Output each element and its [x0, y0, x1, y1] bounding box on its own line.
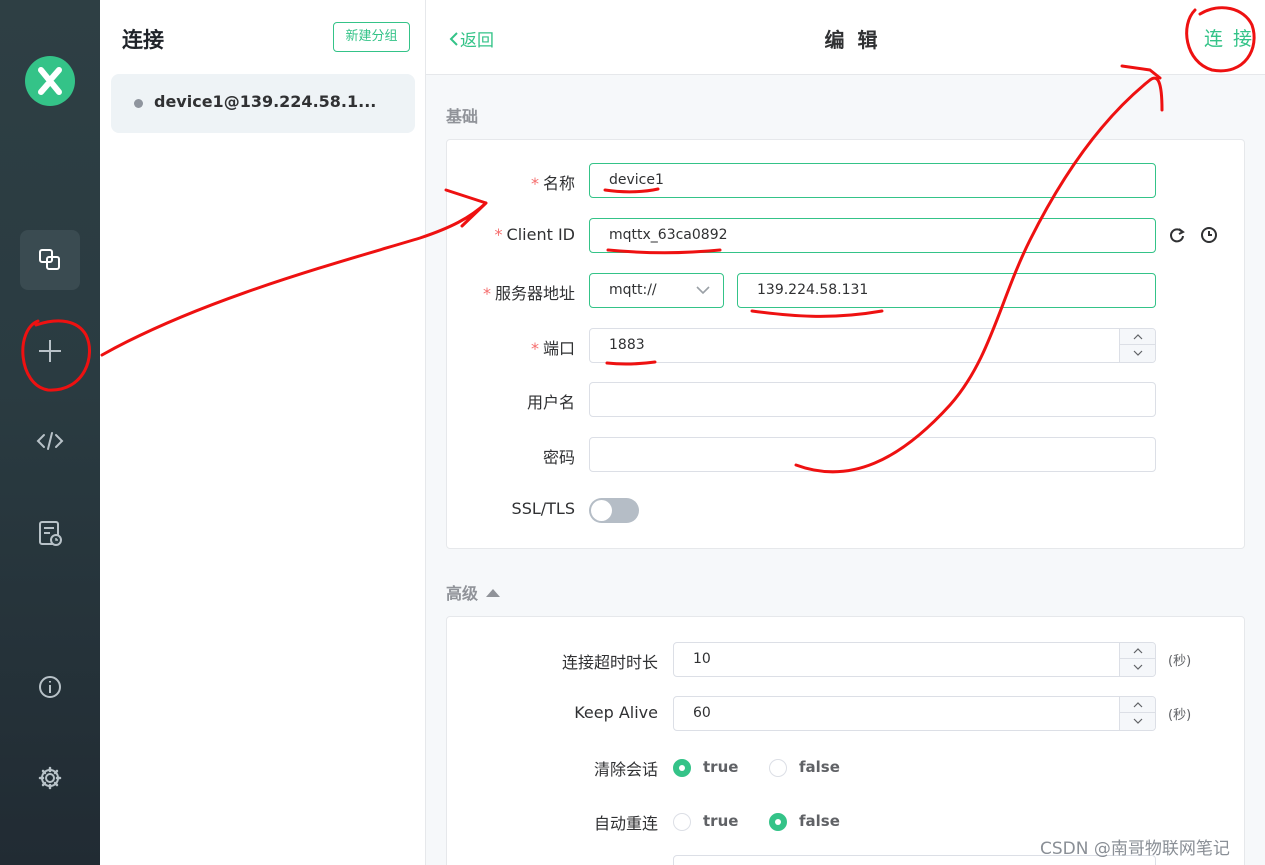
radio-unchecked-icon — [769, 759, 787, 777]
info-icon[interactable] — [20, 657, 80, 717]
keepalive-label: Keep Alive — [574, 703, 658, 722]
advanced-settings-card: 连接超时时长 10 (秒) Keep Alive 60 (秒) 清除会话 tru… — [446, 616, 1245, 865]
port-value: 1883 — [609, 337, 645, 353]
connections-icon[interactable] — [20, 230, 80, 290]
port-input[interactable]: 1883 — [589, 328, 1156, 363]
connection-status-dot — [134, 99, 143, 108]
connection-item[interactable]: device1@139.224.58.1... — [111, 74, 415, 133]
timeout-input[interactable]: 10 — [673, 642, 1156, 677]
refresh-icon[interactable] — [1167, 225, 1187, 245]
port-stepper[interactable] — [1119, 329, 1155, 362]
keepalive-input[interactable]: 60 — [673, 696, 1156, 731]
port-label: * 端口 — [530, 339, 575, 358]
edit-connection-main: 返回 编 辑 连 接 基础 * 名称 device1 * Client ID mqt… — [426, 0, 1265, 865]
top-bar: 返回 编 辑 连 接 — [426, 0, 1265, 75]
host-input[interactable]: 139.224.58.131 — [737, 273, 1156, 308]
sidebar-rail — [0, 0, 100, 865]
radio-checked-icon — [673, 759, 691, 777]
host-label: * 服务器地址 — [482, 284, 575, 303]
connection-list-panel: 连接 新建分组 device1@139.224.58.1... — [100, 0, 426, 865]
radio-label: true — [703, 758, 739, 776]
name-input[interactable]: device1 — [589, 163, 1156, 198]
protocol-value: mqtt:// — [609, 282, 657, 298]
code-icon[interactable] — [20, 411, 80, 471]
gear-icon[interactable] — [20, 748, 80, 808]
name-label: * 名称 — [530, 174, 575, 193]
caret-up-icon — [486, 589, 501, 597]
clock-icon[interactable] — [1199, 225, 1219, 245]
client-id-input[interactable]: mqttx_63ca0892 — [589, 218, 1156, 253]
timeout-increment-button[interactable] — [1120, 643, 1155, 659]
password-input[interactable] — [589, 437, 1156, 472]
client-id-label: * Client ID — [494, 225, 575, 244]
port-decrement-button[interactable] — [1120, 345, 1155, 361]
keepalive-decrement-button[interactable] — [1120, 713, 1155, 729]
clean-session-label: 清除会话 — [593, 760, 658, 779]
list-title: 连接 — [122, 28, 164, 52]
connection-name: device1@139.224.58.1... — [154, 92, 377, 111]
keepalive-value: 60 — [693, 705, 711, 721]
timeout-unit: (秒) — [1168, 654, 1192, 669]
keepalive-increment-button[interactable] — [1120, 697, 1155, 713]
radio-label: false — [799, 812, 840, 830]
protocol-select[interactable]: mqtt:// — [589, 273, 724, 308]
basic-settings-card: * 名称 device1 * Client ID mqttx_63ca0892 * 服… — [446, 139, 1245, 549]
new-group-button[interactable]: 新建分组 — [333, 22, 410, 52]
username-input[interactable] — [589, 382, 1156, 417]
log-icon[interactable] — [20, 503, 80, 563]
keepalive-unit: (秒) — [1168, 708, 1192, 723]
logo-icon[interactable] — [25, 56, 75, 106]
watermark: CSDN @南哥物联网笔记 — [1040, 839, 1230, 859]
ssl-toggle[interactable] — [589, 498, 639, 523]
radio-label: false — [799, 758, 840, 776]
ssl-toggle-knob — [591, 500, 612, 521]
reconnect-label: 自动重连 — [593, 814, 658, 833]
timeout-stepper[interactable] — [1119, 643, 1155, 676]
advanced-section-title[interactable]: 高级 — [446, 580, 501, 604]
timeout-value: 10 — [693, 651, 711, 667]
timeout-decrement-button[interactable] — [1120, 659, 1155, 675]
timeout-label: 连接超时时长 — [561, 653, 658, 672]
radio-label: true — [703, 812, 739, 830]
radio-unchecked-icon — [673, 813, 691, 831]
basic-section-title: 基础 — [446, 107, 479, 126]
page-title: 编 辑 — [824, 28, 881, 52]
ssl-label: SSL/TLS — [511, 499, 575, 518]
connect-button[interactable]: 连 接 — [1204, 24, 1254, 51]
username-label: 用户名 — [526, 393, 575, 412]
chevron-down-icon — [696, 286, 710, 295]
plus-icon[interactable] — [20, 321, 80, 381]
port-increment-button[interactable] — [1120, 329, 1155, 345]
password-label: 密码 — [542, 448, 575, 467]
radio-checked-icon — [769, 813, 787, 831]
keepalive-stepper[interactable] — [1119, 697, 1155, 730]
